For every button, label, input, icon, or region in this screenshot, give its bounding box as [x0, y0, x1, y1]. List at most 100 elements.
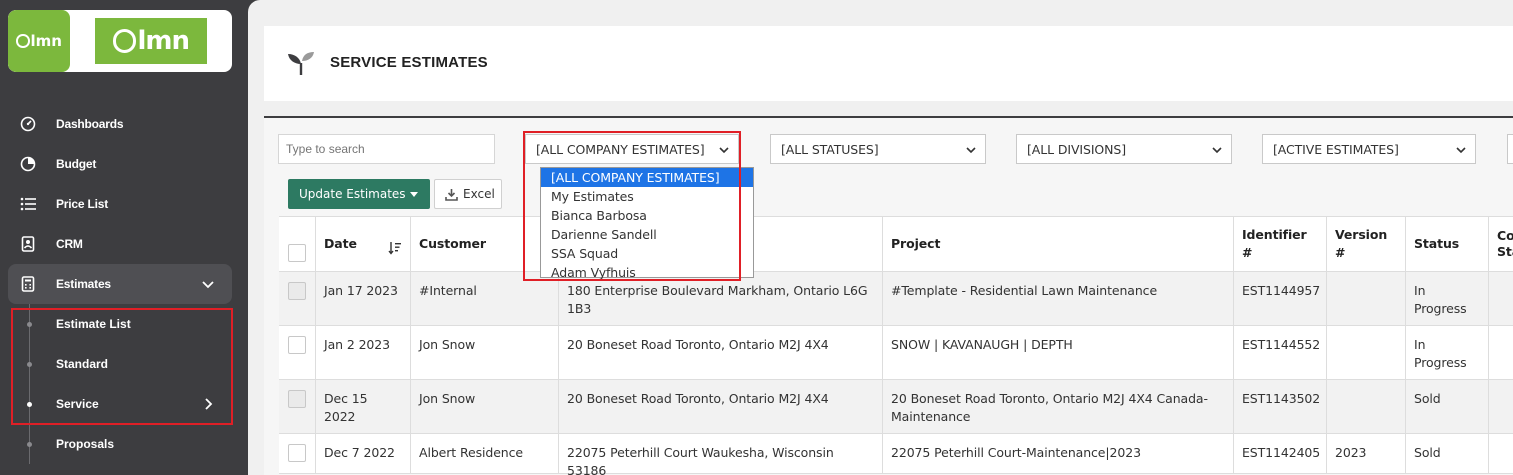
- header-select-cell: [279, 217, 316, 271]
- column-header-date[interactable]: Date: [316, 217, 411, 271]
- sidebar-subitem-estimate-list[interactable]: Estimate List: [0, 304, 248, 344]
- cell-truncated: [1489, 326, 1513, 379]
- row-checkbox[interactable]: [288, 282, 306, 300]
- row-checkbox[interactable]: [288, 336, 306, 354]
- dropdown-option-darienne-sandell[interactable]: Darienne Sandell: [541, 225, 753, 244]
- sidebar-subitem-label: Estimate List: [56, 317, 131, 331]
- logo-card[interactable]: lmn lmn: [8, 10, 232, 72]
- logo-large: lmn: [95, 18, 207, 64]
- division-select[interactable]: [ALL DIVISIONS]: [1016, 134, 1232, 164]
- column-header-project[interactable]: Project: [883, 217, 1234, 271]
- sidebar-subitem-standard[interactable]: Standard: [0, 344, 248, 384]
- sidebar-item-dashboards[interactable]: Dashboards: [0, 104, 248, 144]
- page-header: SERVICE ESTIMATES: [264, 26, 1513, 101]
- sidebar-item-label: Budget: [56, 157, 97, 171]
- cell-date: Jan 17 2023: [316, 272, 411, 325]
- gauge-icon: [20, 116, 36, 132]
- cell-identifier: EST1143502: [1234, 380, 1327, 433]
- cell-version: 2023: [1327, 434, 1406, 473]
- submenu-dot: [27, 362, 32, 367]
- select-value: [ALL DIVISIONS]: [1027, 141, 1127, 157]
- row-checkbox[interactable]: [288, 390, 306, 408]
- submenu-dot: [27, 442, 32, 447]
- table-row[interactable]: Jan 2 2023 Jon Snow 20 Boneset Road Toro…: [279, 326, 1513, 380]
- cell-version: [1327, 380, 1406, 433]
- sidebar: lmn lmn Dashboards Budget Price List CRM…: [0, 0, 248, 475]
- submenu-dot: [27, 322, 32, 327]
- calculator-icon: [21, 276, 35, 292]
- sidebar-item-label: Dashboards: [56, 117, 124, 131]
- dropdown-option-adam-vyfhuis[interactable]: Adam Vyfhuis: [541, 263, 753, 282]
- cell-identifier: EST1144957: [1234, 272, 1327, 325]
- table-row[interactable]: Dec 7 2022 Albert Residence 22075 Peterh…: [279, 434, 1513, 475]
- cell-identifier: EST1142405: [1234, 434, 1327, 473]
- column-header-customer[interactable]: Customer: [411, 217, 559, 271]
- column-header-version[interactable]: Version #: [1327, 217, 1406, 271]
- table-row[interactable]: Jan 17 2023 #Internal 180 Enterprise Bou…: [279, 272, 1513, 326]
- sort-descending-icon[interactable]: [388, 241, 402, 255]
- chevron-down-icon: [202, 281, 214, 289]
- sidebar-subitem-label: Proposals: [56, 437, 115, 451]
- sidebar-subitem-proposals[interactable]: Proposals: [0, 424, 248, 464]
- cell-address: 20 Boneset Road Toronto, Ontario M2J 4X4: [559, 380, 883, 433]
- cell-truncated: [1489, 380, 1513, 433]
- page-title: SERVICE ESTIMATES: [330, 54, 488, 71]
- company-estimates-select[interactable]: [ALL COMPANY ESTIMATES]: [525, 134, 739, 164]
- sidebar-item-crm[interactable]: CRM: [0, 224, 248, 264]
- sidebar-item-label: Price List: [56, 197, 109, 211]
- row-checkbox[interactable]: [288, 444, 306, 462]
- sidebar-item-estimates[interactable]: Estimates: [8, 264, 232, 304]
- sidebar-item-price-list[interactable]: Price List: [0, 184, 248, 224]
- chevron-down-icon: [1456, 147, 1466, 154]
- search-input[interactable]: [278, 134, 495, 164]
- select-value: [ACTIVE ESTIMATES]: [1273, 141, 1399, 157]
- sprout-icon: [288, 52, 314, 75]
- column-header-identifier[interactable]: Identifier #: [1234, 217, 1327, 271]
- column-header-truncated[interactable]: CoSta: [1489, 217, 1513, 271]
- table-row[interactable]: Dec 15 2022 Jon Snow 20 Boneset Road Tor…: [279, 380, 1513, 434]
- sidebar-subitem-label: Standard: [56, 357, 109, 371]
- caret-down-icon: [410, 192, 418, 197]
- active-estimates-select[interactable]: [ACTIVE ESTIMATES]: [1262, 134, 1476, 164]
- company-estimates-dropdown-list: [ALL COMPANY ESTIMATES] My Estimates Bia…: [540, 167, 754, 280]
- select-value: [ALL COMPANY ESTIMATES]: [536, 141, 705, 157]
- cell-date: Dec 15 2022: [316, 380, 411, 433]
- cell-address: 20 Boneset Road Toronto, Ontario M2J 4X4: [559, 326, 883, 379]
- cell-version: [1327, 326, 1406, 379]
- excel-export-button[interactable]: Excel: [434, 179, 502, 209]
- dropdown-option-ssa-squad[interactable]: SSA Squad: [541, 244, 753, 263]
- cell-project: 20 Boneset Road Toronto, Ontario M2J 4X4…: [883, 380, 1234, 433]
- cell-truncated: [1489, 434, 1513, 473]
- sidebar-item-label: Estimates: [56, 277, 111, 291]
- button-label: Excel: [463, 187, 495, 201]
- update-estimates-button[interactable]: Update Estimates: [288, 179, 430, 209]
- column-header-status[interactable]: Status: [1406, 217, 1489, 271]
- select-all-checkbox[interactable]: [288, 244, 306, 262]
- sidebar-subitem-service[interactable]: Service: [0, 384, 248, 424]
- chevron-right-icon: [205, 398, 213, 410]
- cell-customer: Albert Residence: [411, 434, 559, 473]
- cell-status: In Progress: [1406, 272, 1489, 325]
- cell-status: In Progress: [1406, 326, 1489, 379]
- cell-project: #Template - Residential Lawn Maintenance: [883, 272, 1234, 325]
- cell-version: [1327, 272, 1406, 325]
- download-icon: [445, 189, 458, 201]
- cell-truncated: [1489, 272, 1513, 325]
- cell-status: Sold: [1406, 434, 1489, 473]
- status-select[interactable]: [ALL STATUSES]: [770, 134, 986, 164]
- more-filter-select[interactable]: [1507, 134, 1513, 164]
- table-header-row: Date Customer Project Identifier # Versi…: [279, 217, 1513, 272]
- dropdown-option-all-company[interactable]: [ALL COMPANY ESTIMATES]: [541, 168, 753, 187]
- chevron-down-icon: [1212, 147, 1222, 154]
- sidebar-item-budget[interactable]: Budget: [0, 144, 248, 184]
- button-label: Update Estimates: [299, 187, 406, 201]
- cell-address: 22075 Peterhill Court Waukesha, Wisconsi…: [559, 434, 883, 475]
- list-icon: [20, 197, 36, 211]
- cell-customer: Jon Snow: [411, 380, 559, 433]
- dropdown-option-bianca-barbosa[interactable]: Bianca Barbosa: [541, 206, 753, 225]
- cell-customer: Jon Snow: [411, 326, 559, 379]
- dropdown-option-my-estimates[interactable]: My Estimates: [541, 187, 753, 206]
- pie-chart-icon: [20, 156, 36, 172]
- chevron-down-icon: [966, 147, 976, 154]
- main-area: SERVICE ESTIMATES [ALL COMPANY ESTIMATES…: [248, 0, 1513, 475]
